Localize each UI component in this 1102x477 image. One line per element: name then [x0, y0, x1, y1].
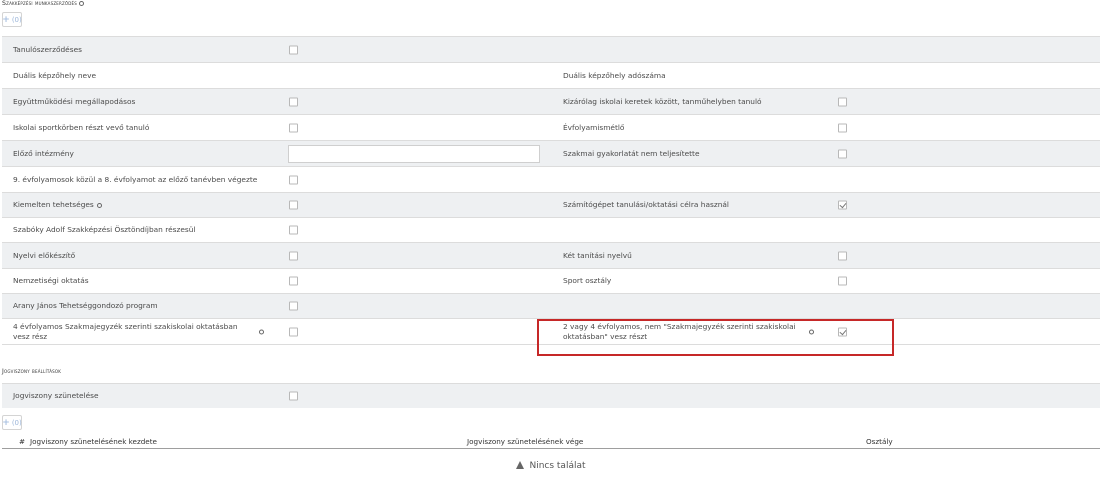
label-nemzetisegi-oktatas: Nemzetiségi oktatás: [13, 276, 89, 285]
checkbox-egyuttmukodesi[interactable]: [289, 97, 298, 106]
label-elozo-intezmeny: Előző intézmény: [13, 148, 74, 158]
checkbox-kizarolag-iskolai[interactable]: [838, 97, 847, 106]
column-header-osztaly[interactable]: Osztály: [866, 437, 893, 446]
empty-state: Nincs találat: [0, 461, 1102, 471]
label-kiemelten-tehetseges-text: Kiemelten tehetséges: [13, 200, 94, 209]
form-row-kiemelten: Kiemelten tehetséges Számítógépet tanulá…: [2, 192, 1100, 217]
checkbox-9-evfolyamosok[interactable]: [289, 175, 298, 184]
checkbox-szaboky-adolf[interactable]: [289, 225, 298, 235]
form-row-dualis: Duális képzőhely neve Duális képzőhely a…: [2, 62, 1100, 88]
checkbox-evfolyamismetlo[interactable]: [838, 123, 847, 132]
form-row-elozo-intezmeny: Előző intézmény Szakmai gyakorlatát nem …: [2, 140, 1100, 166]
section-title-text: Szakképzési munkaszerződés: [2, 0, 78, 7]
plus-icon: +: [2, 14, 10, 25]
label-dualis-kepzohely-adoszama: Duális képzőhely adószáma: [563, 70, 666, 80]
checkbox-jogviszony-szunetelese[interactable]: [289, 391, 298, 401]
form-row-nyelvi: Nyelvi előkészítő Két tanítási nyelvű: [2, 242, 1100, 268]
checkbox-arany-janos[interactable]: [289, 301, 298, 311]
checkbox-szakmai-gyakorlat[interactable]: [838, 149, 847, 158]
plus-icon: +: [2, 417, 10, 428]
checkbox-4-evfolyamos-szakmajegyzek[interactable]: [289, 327, 298, 336]
warning-icon: [516, 461, 525, 469]
label-4-evfolyamos-szakmajegyzek: 4 évfolyamos Szakmajegyzék szerinti szak…: [13, 321, 238, 341]
form-row-tanuloszerzodeses: Tanulószerződéses: [2, 36, 1100, 62]
checkbox-tanuloszerzodeses[interactable]: [289, 45, 298, 54]
table-header-divider: [2, 448, 1100, 449]
info-icon[interactable]: [96, 202, 102, 208]
checkbox-nyelvi-elokeszito[interactable]: [289, 251, 298, 260]
column-header-number[interactable]: #: [19, 437, 25, 446]
form-row-9-evfolyam: 9. évfolyamosok közül a 8. évfolyamot az…: [2, 166, 1100, 192]
label-tanuloszerzodeses: Tanulószerződéses: [13, 44, 82, 54]
label-dualis-kepzohely-neve: Duális képzőhely neve: [13, 70, 97, 80]
form-row-jogviszony-szunetelese: Jogviszony szünetelése: [2, 383, 1100, 408]
column-header-vege[interactable]: Jogviszony szünetelésének vége: [467, 437, 583, 446]
checkbox-nemzetisegi-oktatas[interactable]: [289, 276, 298, 286]
section-title-jogviszony: Jogviszony beállítások: [2, 368, 62, 375]
label-kiemelten-tehetseges: Kiemelten tehetséges: [13, 200, 102, 210]
label-arany-janos: Arany János Tehetséggondozó program: [13, 301, 158, 310]
checkbox-ket-tanitasi-nyelvu[interactable]: [838, 251, 847, 260]
label-ket-tanitasi-nyelvu: Két tanítási nyelvű: [563, 250, 632, 260]
label-szamitogepet: Számítógépet tanulási/oktatási célra has…: [563, 200, 729, 209]
add-count: (0): [11, 418, 22, 427]
label-9-evfolyamosok: 9. évfolyamosok közül a 8. évfolyamot az…: [13, 174, 258, 184]
empty-state-text: Nincs találat: [529, 461, 586, 471]
label-kizarolag-iskolai: Kizárólag iskolai keretek között, tanműh…: [563, 96, 762, 106]
info-icon[interactable]: [79, 0, 85, 6]
checkbox-szamitogepet[interactable]: [838, 200, 847, 210]
add-suspension-button[interactable]: + (0): [2, 415, 22, 430]
form-row-arany-janos: Arany János Tehetséggondozó program: [2, 293, 1100, 318]
checkbox-iskolai-sportkor[interactable]: [289, 123, 298, 132]
checkbox-kiemelten-tehetseges[interactable]: [289, 200, 298, 210]
form-row-egyuttmukodesi: Együttműködési megállapodásos Kizárólag …: [2, 88, 1100, 114]
label-szaboky-adolf: Szabóky Adolf Szakképzési Ösztöndíjban r…: [13, 225, 196, 234]
label-evfolyamismetlo: Évfolyamismétlő: [563, 122, 625, 132]
add-count: (0): [11, 15, 22, 24]
form-row-sportkor: Iskolai sportkörben részt vevő tanuló Év…: [2, 114, 1100, 140]
add-contract-button[interactable]: + (0): [2, 12, 22, 27]
label-nyelvi-elokeszito: Nyelvi előkészítő: [13, 250, 76, 260]
highlight-box: [537, 319, 894, 356]
column-header-kezdete[interactable]: Jogviszony szünetelésének kezdete: [30, 437, 157, 446]
form-row-nemzetisegi: Nemzetiségi oktatás Sport osztály: [2, 268, 1100, 293]
label-jogviszony-szunetelese: Jogviszony szünetelése: [13, 391, 99, 400]
checkbox-sport-osztaly[interactable]: [838, 276, 847, 286]
info-icon[interactable]: [259, 329, 264, 334]
label-iskolai-sportkor: Iskolai sportkörben részt vevő tanuló: [13, 122, 150, 132]
label-egyuttmukodesi: Együttműködési megállapodásos: [13, 96, 136, 106]
elozo-intezmeny-input[interactable]: [288, 144, 540, 163]
label-szakmai-gyakorlat: Szakmai gyakorlatát nem teljesítette: [563, 148, 700, 158]
label-sport-osztaly: Sport osztály: [563, 276, 612, 285]
form-row-szaboky: Szabóky Adolf Szakképzési Ösztöndíjban r…: [2, 217, 1100, 242]
section-title-szakkepzesi: Szakképzési munkaszerződés: [2, 0, 85, 7]
